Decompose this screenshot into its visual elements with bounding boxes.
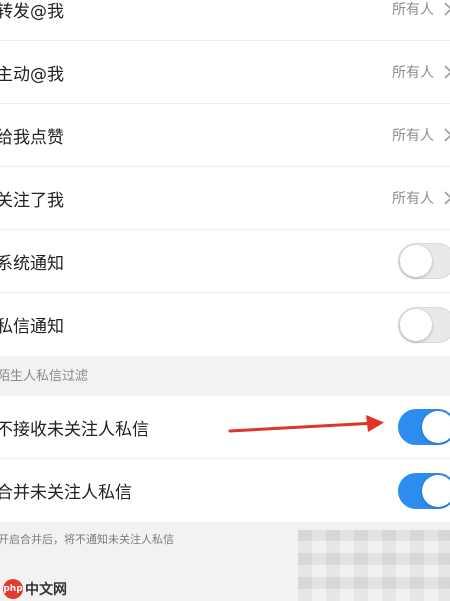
row-label: 关注了我 bbox=[0, 190, 64, 211]
row-label: 主动@我 bbox=[0, 64, 64, 85]
blurred-image-region bbox=[298, 530, 450, 601]
toggle-container bbox=[398, 396, 450, 458]
toggle-knob bbox=[400, 308, 432, 341]
permission-value: 所有人 bbox=[392, 191, 434, 207]
toggle-container bbox=[398, 293, 450, 356]
row-label: 合并未关注人私信 bbox=[0, 483, 132, 503]
chevron-right-icon bbox=[444, 2, 450, 16]
permission-value: 所有人 bbox=[392, 128, 434, 144]
stranger-filter-group: 不接收未关注人私信 合并未关注人私信 bbox=[0, 396, 450, 522]
site-watermark: php 中文网 bbox=[3, 579, 67, 599]
row-label: 系统通知 bbox=[0, 253, 64, 274]
permission-value: 所有人 bbox=[392, 2, 434, 18]
section-header-stranger-filter: 陌生人私信过滤 bbox=[0, 369, 89, 384]
row-system-notification[interactable]: 系统通知 bbox=[0, 230, 450, 293]
watermark-text: 中文网 bbox=[25, 582, 67, 598]
chevron-right-icon bbox=[444, 191, 450, 205]
chevron-right-icon bbox=[444, 65, 450, 79]
row-followers[interactable]: 关注了我 所有人 bbox=[0, 167, 450, 230]
merge-unfollowed-toggle[interactable] bbox=[398, 472, 450, 509]
permission-value: 所有人 bbox=[392, 65, 434, 81]
toggle-knob bbox=[422, 474, 450, 507]
toggle-knob bbox=[400, 245, 432, 277]
row-label: 转发@我 bbox=[0, 1, 64, 22]
chevron-right-icon bbox=[444, 128, 450, 142]
row-label: 私信通知 bbox=[0, 317, 64, 337]
row-private-message-notification[interactable]: 私信通知 bbox=[0, 293, 450, 356]
toggle-knob bbox=[422, 411, 450, 443]
mention-permission-group: 转发@我 所有人 主动@我 所有人 给我点赞 所有人 关注了我 所有人 系统通知 私信通知 bbox=[0, 0, 450, 356]
row-reject-unfollowed-messages[interactable]: 不接收未关注人私信 bbox=[0, 396, 450, 459]
row-likes[interactable]: 给我点赞 所有人 bbox=[0, 104, 450, 167]
row-label: 给我点赞 bbox=[0, 127, 64, 148]
row-value-group: 所有人 bbox=[392, 0, 450, 40]
row-repost-mention[interactable]: 转发@我 所有人 bbox=[0, 0, 450, 41]
row-value-group: 所有人 bbox=[392, 167, 450, 229]
row-value-group: 所有人 bbox=[392, 104, 450, 166]
row-merge-unfollowed-messages[interactable]: 合并未关注人私信 bbox=[0, 459, 450, 522]
reject-unfollowed-toggle[interactable] bbox=[398, 409, 450, 445]
system-notification-toggle[interactable] bbox=[398, 243, 450, 279]
row-active-mention[interactable]: 主动@我 所有人 bbox=[0, 41, 450, 104]
toggle-container bbox=[398, 230, 450, 292]
row-value-group: 所有人 bbox=[392, 41, 450, 103]
private-message-notification-toggle[interactable] bbox=[398, 306, 450, 343]
row-label: 不接收未关注人私信 bbox=[0, 419, 149, 440]
toggle-container bbox=[398, 459, 450, 522]
php-logo-icon: php bbox=[3, 579, 23, 599]
message-settings-screen: 转发@我 所有人 主动@我 所有人 给我点赞 所有人 关注了我 所有人 系统通知 私信通知 陌生人私… bbox=[0, 0, 450, 601]
